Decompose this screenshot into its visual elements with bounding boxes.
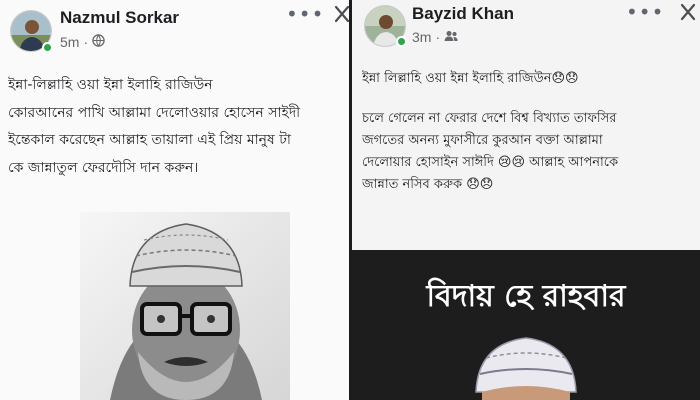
friends-icon [444, 29, 458, 45]
close-icon[interactable] [680, 3, 696, 25]
post-photo[interactable] [80, 212, 290, 400]
post-text-line: জান্নাত নসিব করুক 😞😞 [362, 177, 494, 192]
meta-separator: · [435, 29, 441, 45]
post-header: Nazmul Sorkar 5m · ••• [0, 0, 350, 62]
meta-separator: · [83, 34, 89, 50]
post-time[interactable]: 3m [412, 29, 431, 45]
facebook-post-left: Nazmul Sorkar 5m · ••• ইন্না-লিল্লাহি ওয… [0, 0, 350, 400]
post-photo[interactable]: বিদায় হে রাহবার [352, 250, 700, 400]
online-status-dot [42, 42, 53, 53]
post-text: ইন্না লিল্লাহি ওয়া ইন্না ইলাহি রাজিউন😞😞… [362, 68, 698, 196]
facebook-post-right: Bayzid Khan 3m · ••• ইন্না লিল্লাহি ওয়া… [352, 0, 700, 400]
post-text-line: ইন্না-লিল্লাহি ওয়া ইন্না ইলাহি রাজিউন [8, 77, 213, 93]
post-meta: 3m · [412, 29, 458, 45]
post-text-line: ইন্তেকাল করেছেন আল্লাহ তায়ালা এই প্রিয়… [8, 132, 291, 148]
more-options-icon[interactable]: ••• [626, 2, 664, 22]
online-status-dot [396, 36, 407, 47]
post-text: ইন্না-লিল্লাহি ওয়া ইন্না ইলাহি রাজিউন ক… [8, 72, 350, 182]
author-name[interactable]: Nazmul Sorkar [60, 8, 179, 28]
post-time[interactable]: 5m [60, 34, 79, 50]
more-options-icon[interactable]: ••• [286, 4, 324, 24]
close-icon[interactable] [334, 5, 350, 27]
post-text-line: চলে গেলেন না ফেরার দেশে বিশ্ব বিখ্যাত তা… [362, 111, 617, 126]
post-header: Bayzid Khan 3m · ••• [352, 0, 700, 62]
post-text-line: জগতের অনন্য মুফাসীরে কুরআন বক্তা আল্লামা [362, 133, 603, 148]
post-text-line: দেলোয়ার হোসাইন সাঈদি 😢😢 আল্লাহ আপনাকে [362, 155, 619, 170]
post-text-line: ইন্না লিল্লাহি ওয়া ইন্না ইলাহি রাজিউন😞😞 [362, 71, 579, 86]
globe-icon [92, 34, 105, 50]
author-name[interactable]: Bayzid Khan [412, 4, 514, 24]
post-meta: 5m · [60, 34, 105, 50]
post-text-line: কে জান্নাতুল ফেরদৌসি দান করুন। [8, 159, 199, 176]
banner-title: বিদায় হে রাহবার [426, 279, 626, 314]
post-text-line: কোরআনের পাখি আল্লামা দেলোওয়ার হোসেন সাই… [8, 104, 301, 121]
